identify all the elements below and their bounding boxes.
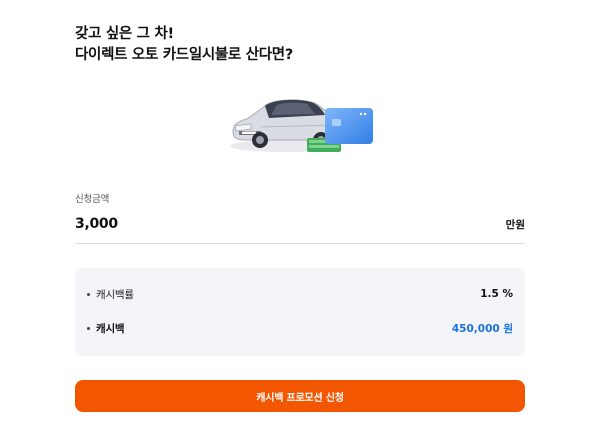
cashback-amount-label: 캐시백 — [96, 322, 125, 335]
headline-line-1: 갖고 싶은 그 차! — [75, 26, 174, 42]
cashback-rate-value: 1.5 % — [480, 288, 513, 300]
bullet-icon — [87, 292, 90, 296]
car-illustration-icon — [230, 99, 373, 152]
car-card-illustration — [225, 88, 375, 158]
headline: 갖고 싶은 그 차! 다이렉트 오토 카드일시불로 산다면? — [75, 24, 293, 66]
cashback-promotion-apply-button[interactable]: 캐시백 프로모션 신청 — [75, 380, 525, 412]
cashback-amount-value: 450,000 원 — [451, 322, 513, 335]
cashback-summary-panel: 캐시백률 1.5 % 캐시백 450,000 원 — [75, 268, 525, 356]
headline-line-2: 다이렉트 오토 카드일시불로 산다면? — [75, 47, 293, 63]
cashback-amount-row: 캐시백 450,000 원 — [75, 318, 525, 338]
application-amount-label: 신청금액 — [75, 194, 110, 205]
bullet-icon — [87, 326, 90, 330]
cashback-rate-row: 캐시백률 1.5 % — [75, 284, 525, 304]
cashback-rate-label: 캐시백률 — [96, 288, 134, 301]
application-amount-field[interactable]: 3,000 만원 — [75, 205, 525, 244]
application-amount-value[interactable]: 3,000 — [75, 216, 118, 232]
application-amount-unit: 만원 — [505, 218, 525, 231]
